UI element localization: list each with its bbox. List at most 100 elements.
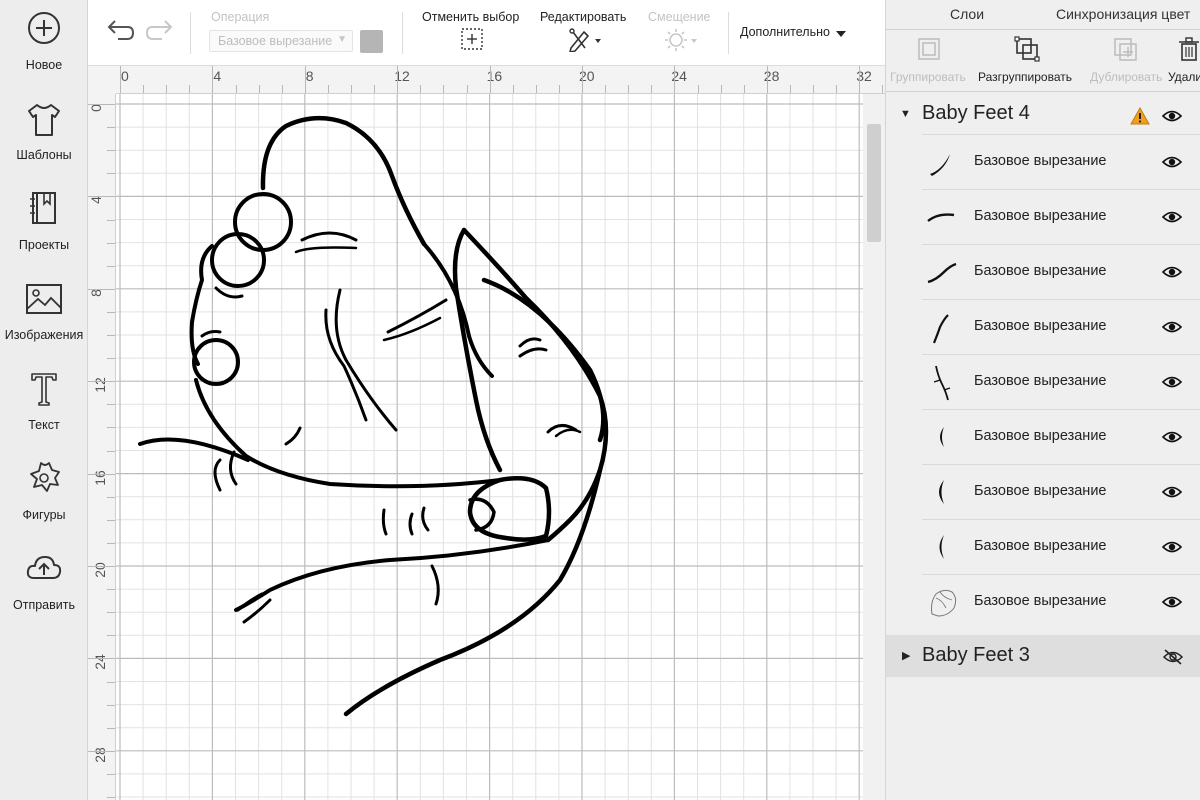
layer-row[interactable]: Базовое вырезание	[922, 189, 1200, 244]
duplicate-button[interactable]: Дублировать	[1084, 30, 1170, 92]
ruler-tick	[88, 381, 115, 383]
chevron-down-icon[interactable]: ▼	[900, 108, 911, 120]
operation-color-swatch[interactable]	[360, 30, 383, 53]
ruler-tick	[107, 219, 115, 221]
more-dropdown[interactable]: Дополнительно	[740, 22, 860, 44]
layer-row[interactable]: Базовое вырезание	[922, 299, 1200, 354]
ruler-tick	[766, 66, 768, 93]
chevron-down-icon: ▼	[337, 34, 347, 45]
eye-icon[interactable]	[1162, 430, 1182, 444]
ruler-vertical: 0 4 8 12 16 20 24 28	[88, 94, 116, 800]
layer-group-baby-feet-4[interactable]: ▼ Baby Feet 4	[886, 93, 1200, 135]
top-toolbar: Операция Базовое вырезание ▼ Отменить вы…	[88, 0, 885, 66]
ungroup-icon	[1014, 36, 1040, 62]
ruler-tick	[107, 612, 115, 614]
eye-icon[interactable]	[1162, 210, 1182, 224]
layer-group-baby-feet-3[interactable]: ▶ Baby Feet 3	[886, 635, 1200, 677]
tab-layers[interactable]: Слои	[950, 6, 984, 22]
offset-button[interactable]: Смещение	[646, 0, 716, 60]
eye-icon[interactable]	[1162, 485, 1182, 499]
layer-name: Базовое вырезание	[974, 208, 1107, 224]
sidebar-item-label: Изображения	[4, 328, 84, 342]
eye-icon[interactable]	[1162, 265, 1182, 279]
ruler-tick	[107, 450, 115, 452]
ruler-tick	[107, 311, 115, 313]
layer-name: Базовое вырезание	[974, 318, 1107, 334]
delete-button[interactable]: Удали	[1168, 30, 1200, 92]
edit-label: Редактировать	[540, 10, 627, 24]
ruler-tick	[535, 85, 537, 93]
tab-color-sync[interactable]: Синхронизация цвет	[1056, 6, 1190, 22]
layer-row[interactable]: Базовое вырезание	[922, 519, 1200, 574]
layer-name: Базовое вырезание	[974, 483, 1107, 499]
eye-icon[interactable]	[1162, 155, 1182, 169]
ruler-tick	[859, 66, 861, 93]
ruler-tick	[88, 104, 115, 105]
ruler-tick	[443, 85, 445, 93]
ungroup-button[interactable]: Разгруппировать	[976, 30, 1080, 92]
chevron-right-icon[interactable]: ▶	[902, 649, 910, 662]
sidebar-item-upload[interactable]: Отправить	[0, 550, 88, 628]
sidebar-item-projects[interactable]: Проекты	[0, 190, 88, 268]
sidebar-item-label: Текст	[28, 418, 60, 432]
layer-row[interactable]: Базовое вырезание	[922, 134, 1200, 189]
group-button[interactable]: Группировать	[886, 30, 972, 92]
warning-icon[interactable]	[1130, 107, 1150, 125]
layers-panel: Слои Синхронизация цвет Группировать Раз…	[885, 0, 1200, 800]
sidebar-item-images[interactable]: Изображения	[0, 280, 88, 358]
chevron-down-icon	[836, 31, 846, 37]
text-t-icon	[31, 373, 57, 406]
sidebar-item-new[interactable]: Новое	[0, 10, 88, 88]
ruler-tick	[107, 797, 115, 798]
left-sidebar: Новое Шаблоны Проекты Изображения Текст …	[0, 0, 88, 800]
offset-label: Смещение	[648, 10, 711, 24]
eye-hidden-icon[interactable]	[1162, 649, 1184, 665]
ruler-tick	[88, 196, 115, 198]
design-canvas[interactable]: 0 4 8 12 16 20 24 28 32 0 4 8 12 16 20 24 28	[88, 66, 885, 800]
ruler-tick	[107, 589, 115, 591]
redo-icon[interactable]	[146, 18, 174, 44]
deselect-button[interactable]: Отменить выбор	[422, 0, 522, 60]
scrollbar-thumb[interactable]	[867, 124, 881, 242]
delete-label: Удали	[1168, 70, 1200, 84]
eye-icon[interactable]	[1162, 109, 1182, 123]
eye-icon[interactable]	[1162, 595, 1182, 609]
undo-icon[interactable]	[106, 18, 134, 44]
ruler-tick	[107, 727, 115, 729]
operation-select[interactable]: Базовое вырезание ▼	[209, 30, 353, 52]
ruler-tick	[107, 335, 115, 336]
ruler-tick	[107, 150, 115, 152]
layer-row[interactable]: Базовое вырезание	[922, 409, 1200, 464]
ruler-tick	[107, 404, 115, 406]
canvas-grid[interactable]	[116, 94, 885, 800]
ruler-tick	[813, 85, 814, 93]
layer-thumbnail	[930, 154, 950, 176]
ruler-tick-label: 12	[91, 377, 108, 393]
ruler-tick	[107, 704, 115, 706]
ruler-tick	[351, 85, 352, 93]
ruler-tick	[789, 85, 791, 93]
offset-icon	[665, 29, 697, 51]
layer-row[interactable]: Базовое вырезание	[922, 244, 1200, 299]
edit-button[interactable]: Редактировать	[540, 0, 635, 60]
eye-icon[interactable]	[1162, 540, 1182, 554]
canvas-vertical-scrollbar[interactable]	[863, 94, 885, 800]
ruler-tick	[720, 85, 722, 93]
sidebar-item-text[interactable]: Текст	[0, 370, 88, 448]
ruler-tick	[882, 85, 884, 93]
sidebar-item-shapes[interactable]: Фигуры	[0, 460, 88, 538]
eye-icon[interactable]	[1162, 320, 1182, 334]
operation-select-value: Базовое вырезание	[218, 34, 333, 48]
ruler-tick	[235, 85, 237, 93]
layer-row[interactable]: Базовое вырезание	[922, 464, 1200, 519]
ruler-tick	[143, 85, 145, 93]
ruler-tick	[88, 288, 115, 290]
ruler-tick	[88, 658, 115, 660]
sidebar-item-templates[interactable]: Шаблоны	[0, 100, 88, 178]
layer-thumbnail	[927, 262, 957, 284]
eye-icon[interactable]	[1162, 375, 1182, 389]
layer-thumbnail	[940, 427, 944, 447]
toolbar-divider	[402, 12, 403, 54]
layer-row[interactable]: Базовое вырезание	[922, 574, 1200, 629]
layer-row[interactable]: Базовое вырезание	[922, 354, 1200, 409]
